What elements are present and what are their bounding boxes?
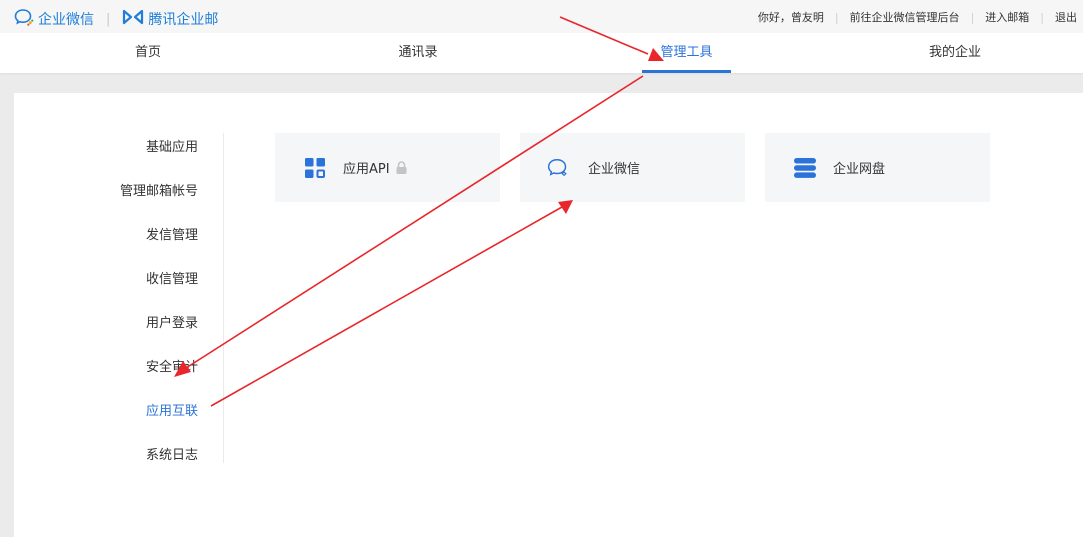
database-icon xyxy=(794,157,816,179)
sidebar-item-manage-accounts[interactable]: 管理邮箱帐号 xyxy=(120,180,198,199)
admin-console-link[interactable]: 前往企业微信管理后台 xyxy=(850,9,960,25)
sidebar-item-system-log[interactable]: 系统日志 xyxy=(146,444,198,463)
tab-contacts[interactable]: 通讯录 xyxy=(388,33,448,73)
brand-divider: | xyxy=(106,11,111,27)
divider: | xyxy=(1040,10,1044,24)
sidebar-item-app-interconnect[interactable]: 应用互联 xyxy=(146,400,198,419)
divider: | xyxy=(970,10,975,24)
card-label: 企业微信 xyxy=(588,162,641,177)
main-nav: 首页 通讯录 管理工具 我的企业 xyxy=(0,33,1083,73)
sidebar-item-incoming-mail[interactable]: 收信管理 xyxy=(146,268,198,287)
tab-my-enterprise[interactable]: 我的企业 xyxy=(915,33,995,73)
brand-wecom-name: 企业微信 xyxy=(38,12,94,28)
card-enterprise-drive[interactable]: 企业网盘 xyxy=(765,133,990,202)
divider: | xyxy=(834,10,839,24)
brand-exmail-name: 腾讯企业邮 xyxy=(148,12,219,28)
logout-link[interactable]: 退出 xyxy=(1055,9,1077,25)
card-label: 企业网盘 xyxy=(833,162,886,177)
wecom-logo-icon xyxy=(14,8,34,30)
grid-icon xyxy=(304,157,326,179)
tab-home[interactable]: 首页 xyxy=(118,33,178,73)
brand[interactable]: 企业微信 | 腾讯企业邮 xyxy=(14,8,218,30)
card-label: 应用API xyxy=(343,162,390,177)
card-app-api[interactable]: 应用API xyxy=(275,133,500,202)
lock-icon xyxy=(396,161,407,174)
sidebar-item-security-audit[interactable]: 安全审计 xyxy=(146,356,198,375)
sidebar-item-outgoing-mail[interactable]: 发信管理 xyxy=(146,224,198,243)
user-greeting: 你好，曾友明 xyxy=(757,11,824,24)
top-links: 你好，曾友明 | 前往企业微信管理后台 | 进入邮箱 | 退出 xyxy=(758,9,1077,25)
sidebar-item-basic-apps[interactable]: 基础应用 xyxy=(146,136,198,155)
enter-mailbox-link[interactable]: 进入邮箱 xyxy=(985,9,1029,25)
card-wecom[interactable]: 企业微信 xyxy=(520,133,745,202)
wecom-chat-icon xyxy=(547,157,569,179)
exmail-logo-icon xyxy=(122,9,144,29)
sidebar-divider xyxy=(223,133,224,463)
top-bar: 企业微信 | 腾讯企业邮 你好，曾友明 | 前往企业微信管理后台 | 进入邮箱 … xyxy=(0,0,1083,33)
tab-management-tools[interactable]: 管理工具 xyxy=(642,33,731,73)
sidebar-item-user-login[interactable]: 用户登录 xyxy=(146,312,198,331)
